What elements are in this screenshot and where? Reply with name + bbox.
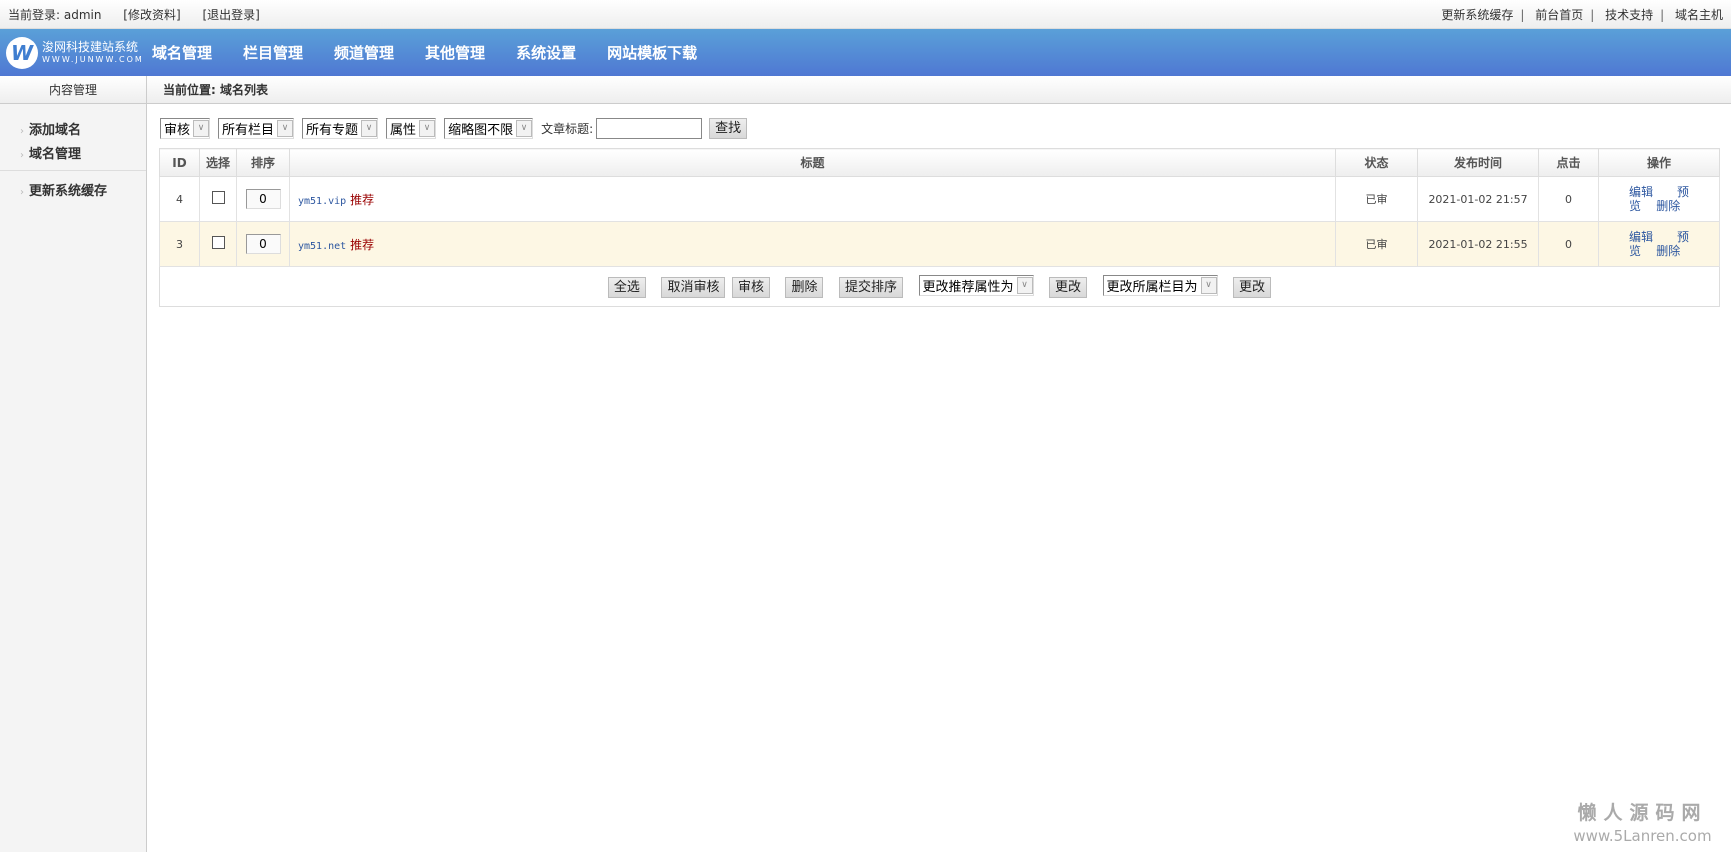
sidebar: 添加域名 域名管理 更新系统缓存 xyxy=(0,104,147,852)
table-row: 4 0 ym51.vip 推荐 已审 2021-01-02 21:57 0 编辑 … xyxy=(159,176,1720,222)
col-status: 状态 xyxy=(1335,148,1418,177)
title-link[interactable]: ym51.vip xyxy=(298,196,346,207)
row-time: 2021-01-02 21:57 xyxy=(1417,176,1539,222)
nav-channel[interactable]: 频道管理 xyxy=(334,42,394,63)
title-link[interactable]: ym51.net xyxy=(298,241,346,252)
row-checkbox[interactable] xyxy=(211,191,225,204)
table-row: 3 0 ym51.net 推荐 已审 2021-01-02 21:55 0 编辑 … xyxy=(159,221,1720,267)
change-attribute-select[interactable]: 更改推荐属性为 ∨ xyxy=(918,275,1034,296)
separator: | xyxy=(1660,7,1665,22)
breadcrumb: 当前位置: 域名列表 xyxy=(163,83,268,97)
row-checkbox[interactable] xyxy=(211,236,225,249)
watermark-name: 懒人源码网 xyxy=(1577,802,1708,824)
order-input[interactable]: 0 xyxy=(245,189,281,209)
table-footer: 全选 取消审核 审核 删除 提交排序 更改推荐属性为 ∨ 更改 更改所属栏目为 ∨ … xyxy=(159,266,1720,307)
sidebar-item-add-domain[interactable]: 添加域名 xyxy=(20,119,81,138)
chevron-down-icon: ∨ xyxy=(1200,277,1217,294)
delete-link[interactable]: 删除 xyxy=(1656,199,1680,213)
chevron-down-icon: ∨ xyxy=(277,119,294,137)
order-input[interactable]: 0 xyxy=(245,234,281,254)
separator: | xyxy=(1520,7,1525,22)
table-header: ID 选择 排序 标题 状态 发布时间 点击 操作 xyxy=(159,148,1720,177)
col-select: 选择 xyxy=(199,148,237,177)
sidebar-title: 内容管理 xyxy=(0,76,147,104)
col-order: 排序 xyxy=(236,148,290,177)
thumbnail-select[interactable]: 缩略图不限 ∨ xyxy=(444,117,534,139)
col-clicks: 点击 xyxy=(1538,148,1599,177)
select-all-button[interactable]: 全选 xyxy=(607,277,646,298)
support-link[interactable]: 技术支持 xyxy=(1605,8,1653,22)
title-label: 文章标题: xyxy=(541,121,594,136)
row-time: 2021-01-02 21:55 xyxy=(1417,221,1539,267)
row-id: 3 xyxy=(159,221,200,267)
row-status: 已审 xyxy=(1335,221,1418,267)
category-select[interactable]: 所有栏目 ∨ xyxy=(218,117,295,139)
status-select[interactable]: 审核 ∨ xyxy=(160,117,211,139)
edit-profile-link[interactable]: [修改资料] xyxy=(123,8,180,22)
nav-other[interactable]: 其他管理 xyxy=(425,42,485,63)
logo-url: WWW.JUNWW.COM xyxy=(42,55,144,64)
col-time: 发布时间 xyxy=(1417,148,1539,177)
submit-order-button[interactable]: 提交排序 xyxy=(838,277,903,298)
login-info: 当前登录: admin xyxy=(8,7,102,22)
sub-header: 内容管理 当前位置: 域名列表 xyxy=(0,76,1731,104)
divider xyxy=(0,170,146,171)
chevron-down-icon: ∨ xyxy=(516,119,533,137)
nav-column[interactable]: 栏目管理 xyxy=(243,42,303,63)
topic-select[interactable]: 所有专题 ∨ xyxy=(302,117,379,139)
sidebar-item-domain-manage[interactable]: 域名管理 xyxy=(20,143,81,162)
logo[interactable]: W 浚网科技建站系统 WWW.JUNWW.COM xyxy=(0,36,152,69)
watermark: 懒人源码网 www.5Lanren.com xyxy=(1560,798,1725,845)
logo-icon: W xyxy=(6,36,38,69)
filter-bar: 审核 ∨ 所有栏目 ∨ 所有专题 ∨ 属性 ∨ 缩略图不限 ∨ 文章标题: 查找 xyxy=(160,117,748,139)
main-nav: W 浚网科技建站系统 WWW.JUNWW.COM 域名管理 栏目管理 频道管理 其… xyxy=(0,29,1731,76)
sidebar-item-refresh-cache[interactable]: 更新系统缓存 xyxy=(20,180,107,199)
change-category-button[interactable]: 更改 xyxy=(1233,277,1272,298)
nav-settings[interactable]: 系统设置 xyxy=(516,42,576,63)
domain-table: ID 选择 排序 标题 状态 发布时间 点击 操作 4 0 ym51.vip 推荐… xyxy=(159,148,1720,307)
attribute-select[interactable]: 属性 ∨ xyxy=(386,117,437,139)
chevron-down-icon: ∨ xyxy=(193,119,210,137)
change-category-select[interactable]: 更改所属栏目为 ∨ xyxy=(1102,275,1218,296)
watermark-url: www.5Lanren.com xyxy=(1573,827,1712,845)
change-attribute-button[interactable]: 更改 xyxy=(1049,277,1088,298)
recommend-tag: 推荐 xyxy=(350,192,375,207)
col-actions: 操作 xyxy=(1598,148,1720,177)
search-button[interactable]: 查找 xyxy=(709,117,748,139)
edit-link[interactable]: 编辑 xyxy=(1629,185,1653,199)
row-clicks: 0 xyxy=(1538,221,1599,267)
title-search-input[interactable] xyxy=(596,117,703,139)
delete-link[interactable]: 删除 xyxy=(1656,244,1680,258)
chevron-down-icon: ∨ xyxy=(1016,277,1033,294)
refresh-cache-link[interactable]: 更新系统缓存 xyxy=(1441,8,1513,22)
chevron-down-icon: ∨ xyxy=(419,119,436,137)
home-link[interactable]: 前台首页 xyxy=(1535,8,1583,22)
domain-host-link[interactable]: 域名主机 xyxy=(1675,8,1723,22)
row-status: 已审 xyxy=(1335,176,1418,222)
logo-name: 浚网科技建站系统 xyxy=(42,40,139,54)
recommend-tag: 推荐 xyxy=(350,237,375,252)
logout-link[interactable]: [退出登录] xyxy=(203,8,260,22)
separator: | xyxy=(1590,7,1595,22)
approve-button[interactable]: 审核 xyxy=(731,277,770,298)
col-id: ID xyxy=(159,148,200,177)
top-bar: 当前登录: admin [修改资料] [退出登录] 更新系统缓存 | 前台首页 | … xyxy=(0,0,1731,29)
chevron-down-icon: ∨ xyxy=(361,119,378,137)
col-title: 标题 xyxy=(289,148,1336,177)
row-clicks: 0 xyxy=(1538,176,1599,222)
unapprove-button[interactable]: 取消审核 xyxy=(661,277,726,298)
nav-domain[interactable]: 域名管理 xyxy=(152,42,212,63)
edit-link[interactable]: 编辑 xyxy=(1629,230,1653,244)
delete-button[interactable]: 删除 xyxy=(785,277,824,298)
row-id: 4 xyxy=(159,176,200,222)
nav-templates[interactable]: 网站模板下载 xyxy=(607,42,697,63)
